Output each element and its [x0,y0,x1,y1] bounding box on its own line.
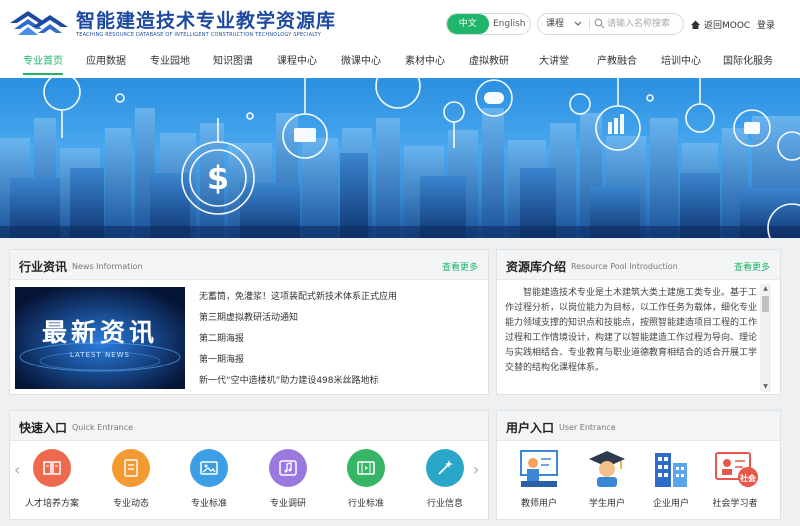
news-item[interactable]: 第二期海报 [199,329,479,350]
scroll-up-icon[interactable]: ▲ [760,284,771,294]
user-title-en: User Entrance [559,423,616,432]
news-item[interactable]: 新一代“空中造楼机”助力建设498米丝路地标 [199,371,479,392]
intro-title-en: Resource Pool Introduction [571,262,678,271]
news-panel: 行业资讯 News Information 查看更多 最新资讯 LATEST N… [9,249,489,395]
quick-item-label[interactable]: 专业动态 [91,496,171,509]
news-more-link[interactable]: 查看更多 [442,260,478,273]
news-item[interactable]: 无蓄筒，免灌浆！这项装配式新技术体系正式应用 [199,287,479,308]
nav-knowledge-graph[interactable]: 知识图谱 [213,46,253,78]
search-divider [589,18,590,30]
logo-icon[interactable] [8,5,70,41]
city-skyline-illustration: $ [0,78,800,238]
nav-international-service[interactable]: 国际化服务 [723,46,773,78]
main-nav: 专业首页 应用数据 专业园地 知识图谱 课程中心 微课中心 素材中心 虚拟教研 … [0,46,800,78]
quick-item-label[interactable]: 专业调研 [248,496,328,509]
site-title: 智能建造技术专业教学资源库 [76,10,337,32]
nav-microcourse-center[interactable]: 微课中心 [341,46,381,78]
news-image-subtitle: LATEST NEWS [70,351,130,359]
quick-item-label[interactable]: 行业标准 [326,496,406,509]
user-panel-header: 用户入口 User Entrance [497,411,780,441]
back-mooc-label: 返回MOOC [704,21,751,31]
film-icon[interactable] [347,449,385,487]
music-icon[interactable] [269,449,307,487]
news-list: 无蓄筒，免灌浆！这项装配式新技术体系正式应用 第三期虚拟教研活动通知 第二期海报… [199,287,479,392]
scroll-thumb[interactable] [762,296,769,312]
nav-industry-education[interactable]: 产教融合 [597,46,637,78]
hero-banner[interactable]: $ [0,78,800,238]
quick-item-label[interactable]: 专业标准 [169,496,249,509]
nav-training-center[interactable]: 培训中心 [661,46,701,78]
user-item-label[interactable]: 企业用户 [636,496,706,509]
news-title-en: News Information [72,262,143,271]
lang-chinese-button[interactable]: 中文 [447,14,489,34]
quick-panel-header: 快速入口 Quick Entrance [10,411,488,441]
login-link[interactable]: 登录 [757,18,775,31]
nav-application-data[interactable]: 应用数据 [86,46,126,78]
language-switch: 中文 English [446,13,531,35]
svg-text:$: $ [207,159,229,197]
chevron-down-icon[interactable] [574,21,582,27]
image-icon[interactable] [190,449,228,487]
document-icon[interactable] [112,449,150,487]
chevron-left-icon[interactable]: ‹ [14,460,20,479]
quick-item-label[interactable]: 行业信息 [405,496,485,509]
book-icon[interactable] [33,449,71,487]
student-icon[interactable] [585,449,629,489]
social-badge: 社会 [740,474,756,483]
nav-lecture-hall[interactable]: 大讲堂 [539,46,569,78]
news-item[interactable]: 第三期虚拟教研活动通知 [199,308,479,329]
news-panel-header: 行业资讯 News Information 查看更多 [10,250,488,280]
quick-title-en: Quick Entrance [72,423,134,432]
scroll-down-icon[interactable]: ▼ [760,382,771,392]
intro-scrollbar[interactable]: ▲ ▼ [760,284,771,392]
user-item-label[interactable]: 社会学习者 [700,496,770,509]
search-category-select[interactable]: 课程 [546,14,564,34]
enterprise-icon[interactable] [649,449,693,489]
intro-panel: 资源库介绍 Resource Pool Introduction 查看更多 智能… [496,249,781,395]
intro-text: 智能建造技术专业是土木建筑大类土建施工类专业。基于工作过程分析，以岗位能力为目标… [505,288,758,373]
user-item-label[interactable]: 教师用户 [504,496,574,509]
news-item[interactable]: 第一期海报 [199,350,479,371]
chevron-right-icon[interactable]: › [473,460,479,479]
user-title: 用户入口 [506,421,555,435]
quick-item-label[interactable]: 人才培养方案 [12,496,92,509]
intro-panel-header: 资源库介绍 Resource Pool Introduction 查看更多 [497,250,780,280]
nav-home[interactable]: 专业首页 [23,46,63,78]
magic-icon[interactable] [426,449,464,487]
nav-material-center[interactable]: 素材中心 [405,46,445,78]
nav-course-center[interactable]: 课程中心 [277,46,317,78]
teacher-icon[interactable] [517,449,561,489]
news-feature-image[interactable]: 最新资讯 LATEST NEWS [15,287,185,389]
news-image-title: 最新资讯 [41,318,158,347]
search-icon[interactable] [594,18,605,29]
quick-title: 快速入口 [19,421,68,435]
search-box: 课程 [537,13,684,35]
home-icon [691,20,700,29]
user-item-label[interactable]: 学生用户 [572,496,642,509]
nav-virtual-research[interactable]: 虚拟教研 [469,46,509,78]
nav-professional-garden[interactable]: 专业园地 [150,46,190,78]
lang-english-button[interactable]: English [489,14,531,34]
header: 智能建造技术专业教学资源库 TEACHING RESOURCE DATABASE… [0,0,800,46]
news-title: 行业资讯 [19,260,68,274]
site-subtitle: TEACHING RESOURCE DATABASE OF INTELLIGEN… [76,32,321,38]
intro-more-link[interactable]: 查看更多 [734,260,770,273]
intro-title: 资源库介绍 [506,260,567,274]
back-mooc-link[interactable]: 返回MOOC [690,18,750,31]
search-input[interactable] [607,16,681,32]
